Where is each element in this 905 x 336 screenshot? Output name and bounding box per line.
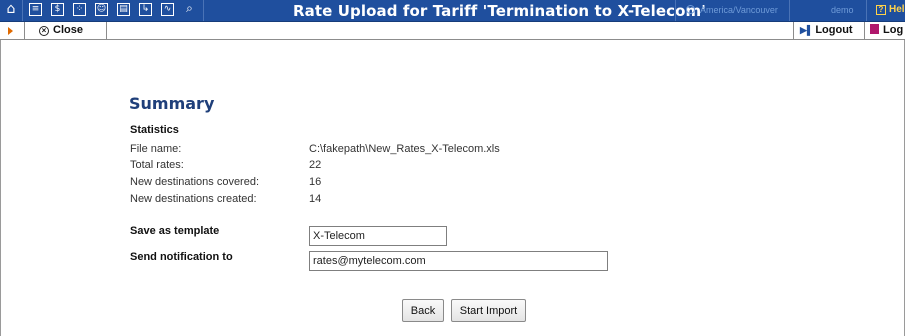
user-label[interactable]: demo [831, 5, 854, 15]
stat-label-total-rates: Total rates: [130, 159, 184, 171]
stat-value-destinations-created: 14 [309, 193, 322, 205]
statistics-heading: Statistics [130, 124, 179, 136]
divider [866, 0, 867, 21]
report-icon[interactable]: ▤ [117, 3, 130, 16]
content-panel [0, 40, 905, 336]
help-label: Hel [889, 4, 905, 15]
notification-field-label: Send notification to [130, 251, 233, 263]
notification-email-input[interactable] [309, 251, 608, 271]
log-button[interactable]: Log [870, 24, 903, 36]
close-icon: × [39, 26, 49, 36]
help-button[interactable]: ? Hel [876, 4, 905, 15]
clock-icon [686, 5, 695, 14]
top-bar: ⌂ ≡ $ ⁘ ☺ ▤ ↳ ∿ ⌕ Rate Upload for Tariff… [0, 0, 905, 22]
start-import-button[interactable]: Start Import [451, 299, 526, 322]
divider [106, 22, 107, 39]
stat-value-total-rates: 22 [309, 159, 322, 171]
template-name-input[interactable] [309, 226, 447, 246]
logout-label: Logout [815, 24, 853, 36]
page-title: Rate Upload for Tariff 'Termination to X… [293, 2, 706, 20]
home-icon[interactable]: ⌂ [4, 2, 18, 17]
expand-arrow-icon[interactable] [8, 27, 13, 35]
grid-icon[interactable]: ⁘ [73, 3, 86, 16]
divider [22, 0, 23, 21]
stat-value-file-name: C:\fakepath\New_Rates_X-Telecom.xls [309, 143, 500, 155]
stat-label-destinations-created: New destinations created: [130, 193, 257, 205]
log-icon [870, 24, 879, 34]
close-label: Close [53, 24, 83, 36]
divider [675, 0, 676, 21]
help-icon: ? [876, 5, 886, 15]
stat-label-file-name: File name: [130, 143, 182, 155]
divider [793, 22, 794, 39]
timezone-indicator[interactable]: America/Vancouver [686, 5, 778, 15]
divider [864, 22, 865, 39]
divider [24, 22, 25, 39]
back-button[interactable]: Back [402, 299, 444, 322]
chart-icon[interactable]: ∿ [161, 3, 174, 16]
log-label: Log [883, 24, 904, 36]
logout-button[interactable]: ▶▌ Logout [800, 24, 853, 36]
divider [203, 0, 204, 21]
action-toolbar: × Close ▶▌ Logout Log [0, 22, 905, 40]
close-button[interactable]: × Close [39, 24, 83, 36]
stat-value-destinations-covered: 16 [309, 176, 322, 188]
search-icon[interactable]: ⌕ [183, 2, 196, 16]
export-icon[interactable]: ↳ [139, 3, 152, 16]
template-field-label: Save as template [130, 225, 220, 237]
divider [789, 0, 790, 21]
summary-heading: Summary [129, 94, 215, 113]
dollar-icon[interactable]: $ [51, 3, 64, 16]
list-icon[interactable]: ≡ [29, 3, 42, 16]
logout-icon: ▶▌ [800, 25, 814, 35]
timezone-label: America/Vancouver [700, 5, 778, 15]
person-icon[interactable]: ☺ [95, 3, 108, 16]
stat-label-destinations-covered: New destinations covered: [130, 176, 260, 188]
